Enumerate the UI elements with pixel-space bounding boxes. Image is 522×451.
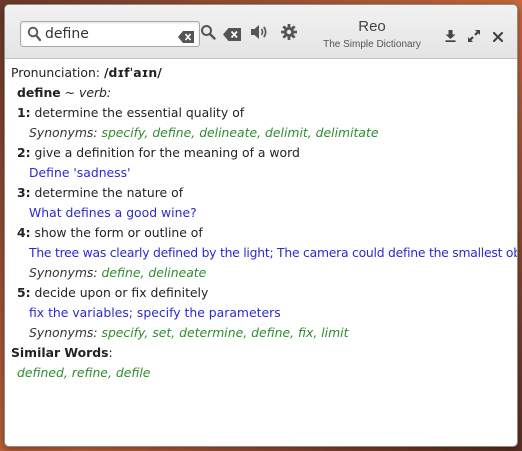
search-icon	[27, 26, 42, 46]
similar-words-label: Similar Words	[11, 345, 109, 360]
search-icon	[201, 25, 216, 40]
sense-5-example: fix the variables; specify the parameter…	[29, 305, 281, 320]
sense-number: 4:	[17, 225, 31, 240]
similar-words-list: defined, refine, defile	[11, 363, 517, 383]
sense-text: show the form or outline of	[34, 225, 203, 240]
search-input[interactable]	[45, 24, 171, 44]
app-window: Reo The Simple Dictionary Pronunciation:…	[4, 4, 518, 447]
similar-word: refine	[71, 365, 108, 380]
similar-word: defile	[115, 365, 151, 380]
similar-separator: ,	[107, 365, 116, 380]
separator: ~	[64, 85, 76, 100]
header-bar: Reo The Simple Dictionary	[5, 5, 517, 59]
sense-3-definition: 3: determine the nature of	[11, 183, 517, 203]
synonym-word: delimitate	[315, 125, 379, 140]
title-block: Reo The Simple Dictionary	[317, 18, 427, 52]
synonym-word: define	[251, 325, 291, 340]
close-icon	[492, 31, 504, 43]
similar-words-colon: :	[108, 345, 113, 360]
close-button[interactable]	[492, 27, 504, 46]
download-icon	[445, 30, 456, 42]
sense-2-example: Define 'sadness'	[29, 165, 131, 180]
synonym-word: specify	[101, 325, 145, 340]
synonym-word: define	[101, 265, 141, 280]
gear-icon	[281, 24, 297, 40]
synonyms-label: Synonyms:	[29, 265, 98, 280]
search-field[interactable]	[20, 21, 200, 47]
synonym-word: specify	[101, 125, 145, 140]
synonym-separator: ,	[290, 325, 298, 340]
sense-2-definition: 2: give a definition for the meaning of …	[11, 143, 517, 163]
sense-4-definition: 4: show the form or outline of	[11, 223, 517, 243]
sense-number: 2:	[17, 145, 31, 160]
synonym-separator: ,	[307, 125, 316, 140]
synonym-word: limit	[321, 325, 349, 340]
sense-text: determine the nature of	[34, 185, 184, 200]
word-header: define ~ verb:	[11, 83, 517, 103]
delete-button[interactable]	[223, 26, 241, 45]
synonym-word: delineate	[148, 265, 207, 280]
similar-separator: ,	[63, 365, 72, 380]
sense-number: 3:	[17, 185, 31, 200]
synonym-word: fix	[297, 325, 314, 340]
pronunciation-line: Pronunciation: /dɪfˈaɪn/	[11, 63, 517, 83]
part-of-speech: verb:	[78, 85, 112, 100]
synonym-word: delimit	[265, 125, 308, 140]
download-button[interactable]	[445, 27, 456, 46]
synonym-word: determine	[179, 325, 244, 340]
maximize-icon	[468, 30, 480, 42]
synonym-separator: ,	[243, 325, 252, 340]
sense-4-example: The tree was clearly defined by the ligh…	[29, 245, 518, 260]
synonyms-label: Synonyms:	[29, 125, 98, 140]
settings-button[interactable]	[281, 24, 297, 44]
backspace-icon	[223, 28, 241, 41]
app-subtitle: The Simple Dictionary	[323, 39, 421, 50]
clear-search-icon[interactable]	[178, 28, 194, 47]
sense-number: 1:	[17, 105, 31, 120]
sense-text: give a definition for the meaning of a w…	[34, 145, 300, 160]
synonym-word: define	[152, 125, 192, 140]
similar-word: defined	[17, 365, 64, 380]
sense-1-synonyms: Synonyms: specify, define, delineate, de…	[11, 123, 517, 143]
synonym-word: delineate	[199, 125, 258, 140]
lookup-button[interactable]	[200, 24, 216, 44]
sense-3-example: What defines a good wine?	[29, 205, 197, 220]
sense-number: 5:	[17, 285, 31, 300]
synonym-separator: ,	[171, 325, 180, 340]
definition-view: Pronunciation: /dɪfˈaɪn/ define ~ verb: …	[5, 60, 517, 446]
pronunciation-label: Pronunciation:	[11, 65, 100, 80]
synonyms-label: Synonyms:	[29, 325, 98, 340]
synonym-word: set	[152, 325, 172, 340]
pronunciation-text: /dɪfˈaɪn/	[103, 65, 162, 80]
headword: define	[17, 85, 61, 100]
sense-5-synonyms: Synonyms: specify, set, determine, defin…	[11, 323, 517, 343]
synonym-separator: ,	[257, 125, 266, 140]
sense-1-definition: 1: determine the essential quality of	[11, 103, 517, 123]
speaker-icon	[251, 25, 267, 39]
sense-4-synonyms: Synonyms: define, delineate	[11, 263, 517, 283]
maximize-button[interactable]	[468, 27, 480, 46]
similar-words-header: Similar Words:	[11, 343, 517, 363]
sense-5-definition: 5: decide upon or fix definitely	[11, 283, 517, 303]
speak-button[interactable]	[250, 24, 268, 44]
sense-text: decide upon or fix definitely	[34, 285, 209, 300]
app-title: Reo	[358, 18, 386, 35]
synonym-separator: ,	[191, 125, 200, 140]
sense-text: determine the essential quality of	[34, 105, 245, 120]
